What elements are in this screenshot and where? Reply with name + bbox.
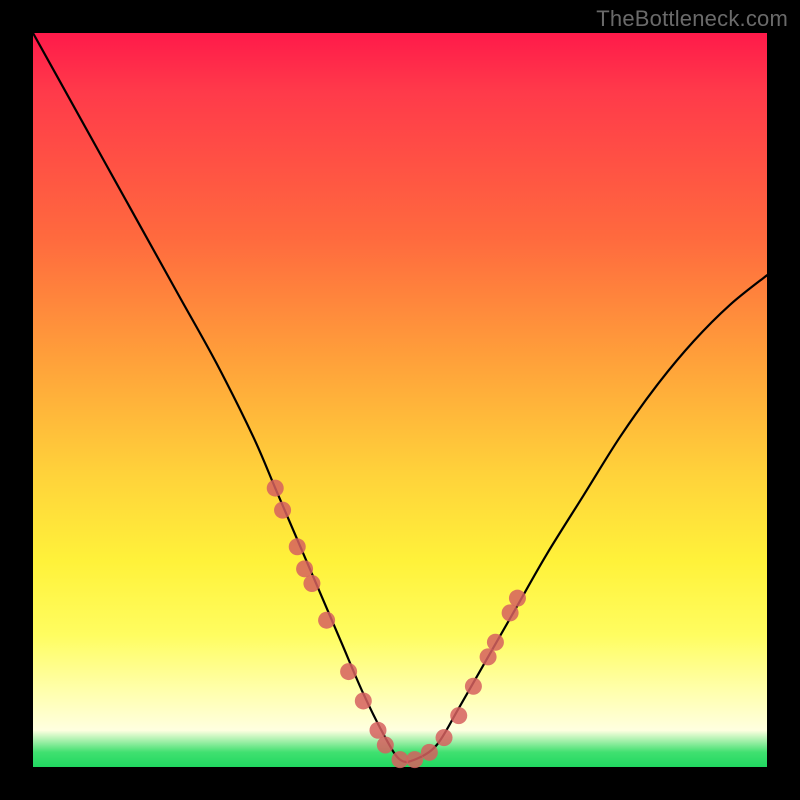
marker-dot bbox=[436, 729, 453, 746]
marker-dot bbox=[274, 502, 291, 519]
marker-dot bbox=[355, 692, 372, 709]
marker-dot bbox=[340, 663, 357, 680]
curve-layer bbox=[33, 33, 767, 767]
bottleneck-curve bbox=[33, 33, 767, 762]
chart-frame: TheBottleneck.com bbox=[0, 0, 800, 800]
marker-dot bbox=[318, 612, 335, 629]
marker-dot bbox=[369, 722, 386, 739]
marker-dot bbox=[421, 744, 438, 761]
marker-dot bbox=[450, 707, 467, 724]
marker-dot bbox=[480, 648, 497, 665]
plot-area bbox=[33, 33, 767, 767]
marker-dot bbox=[502, 604, 519, 621]
marker-dot bbox=[296, 560, 313, 577]
marker-dot bbox=[487, 634, 504, 651]
marker-dot bbox=[377, 736, 394, 753]
highlight-markers bbox=[267, 480, 526, 769]
marker-dot bbox=[392, 751, 409, 768]
watermark-text: TheBottleneck.com bbox=[596, 6, 788, 32]
marker-dot bbox=[289, 538, 306, 555]
marker-dot bbox=[465, 678, 482, 695]
marker-dot bbox=[509, 590, 526, 607]
marker-dot bbox=[406, 751, 423, 768]
marker-dot bbox=[267, 480, 284, 497]
marker-dot bbox=[303, 575, 320, 592]
